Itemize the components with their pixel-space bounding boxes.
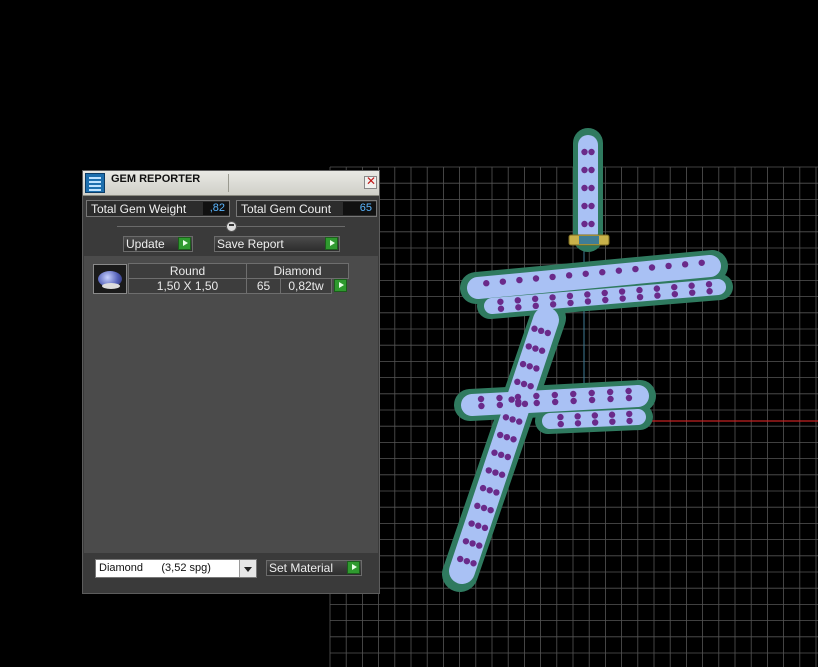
gem-reporter-icon — [85, 173, 105, 193]
play-icon — [347, 561, 360, 574]
play-icon — [325, 237, 338, 250]
total-gem-count-box: Total Gem Count 65 — [236, 200, 377, 217]
collapse-knob-icon[interactable] — [226, 221, 237, 232]
total-gem-weight-label: Total Gem Weight — [91, 202, 187, 216]
update-button[interactable]: Update — [123, 236, 193, 252]
update-label: Update — [126, 237, 165, 251]
material-selected-value: Diamond (3,52 spg) — [99, 562, 211, 574]
panel-titlebar[interactable]: GEM REPORTER ✕ — [83, 171, 379, 196]
close-icon: ✕ — [366, 174, 377, 188]
set-material-button[interactable]: Set Material — [266, 560, 362, 576]
gem-count: 65 — [246, 278, 281, 294]
panel-title: GEM REPORTER — [111, 173, 201, 185]
title-separator — [228, 174, 229, 192]
save-report-button[interactable]: Save Report — [214, 236, 340, 252]
gem-material: Diamond — [246, 263, 349, 279]
set-material-label: Set Material — [269, 561, 334, 575]
close-button[interactable]: ✕ — [364, 174, 377, 189]
total-gem-count-value: 65 — [343, 202, 376, 215]
round-diamond-icon — [93, 264, 127, 294]
gem-size: 1,50 X 1,50 — [128, 278, 247, 294]
gem-list: Round Diamond 1,50 X 1,50 65 0,82tw — [84, 256, 378, 553]
play-icon — [178, 237, 191, 250]
total-gem-weight-box: Total Gem Weight ,82 — [86, 200, 230, 217]
gem-reporter-panel: GEM REPORTER ✕ Total Gem Weight ,82 Tota… — [82, 170, 380, 594]
total-gem-weight-value: ,82 — [203, 202, 229, 215]
material-dropdown[interactable]: Diamond (3,52 spg) — [95, 559, 257, 578]
gem-cut: Round — [128, 263, 247, 279]
dropdown-arrow-icon — [239, 560, 256, 577]
gem-select-play-icon[interactable] — [334, 279, 347, 292]
gem-weight: 0,82tw — [280, 278, 332, 294]
total-gem-count-label: Total Gem Count — [241, 202, 332, 216]
save-report-label: Save Report — [217, 237, 284, 251]
